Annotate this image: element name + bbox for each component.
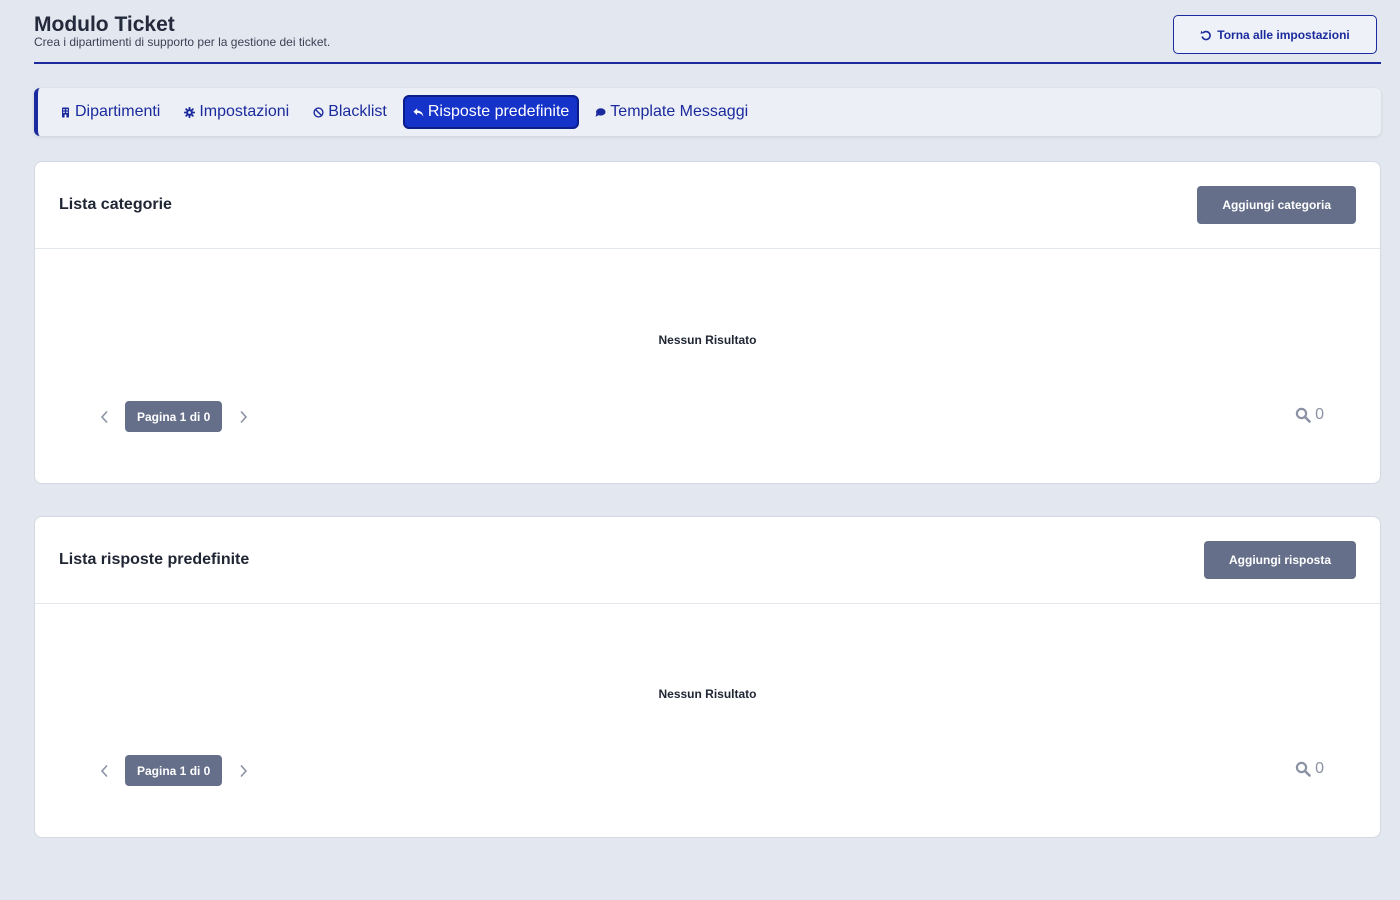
undo-icon	[1200, 30, 1212, 40]
pagination: Pagina 1 di 0	[95, 401, 252, 432]
page-header: Modulo Ticket Crea i dipartimenti di sup…	[34, 0, 1381, 64]
next-page-button[interactable]	[234, 762, 252, 780]
tab-label: Dipartimenti	[75, 103, 161, 120]
card-header: Lista risposte predefinite Aggiungi risp…	[35, 517, 1380, 604]
card-title: Lista risposte predefinite	[59, 551, 250, 568]
page-indicator: Pagina 1 di 0	[125, 755, 223, 786]
back-to-settings-button[interactable]: Torna alle impostazioni	[1173, 15, 1377, 54]
tab-blacklist[interactable]: Blacklist	[305, 95, 395, 129]
result-count: 0	[1295, 760, 1324, 778]
tab-label: Blacklist	[328, 103, 387, 120]
empty-message: Nessun Risultato	[658, 687, 757, 701]
previous-page-button[interactable]	[95, 408, 113, 426]
responses-card: Lista risposte predefinite Aggiungi risp…	[34, 516, 1381, 838]
page-indicator: Pagina 1 di 0	[125, 401, 223, 432]
next-page-button[interactable]	[234, 408, 252, 426]
tab-template-messaggi[interactable]: Template Messaggi	[587, 95, 756, 129]
page-subtitle: Crea i dipartimenti di supporto per la g…	[34, 35, 331, 49]
result-count-value: 0	[1315, 406, 1324, 423]
chevron-right-icon	[240, 410, 247, 423]
result-count-value: 0	[1315, 760, 1324, 777]
search-icon	[1295, 407, 1311, 423]
add-category-button[interactable]: Aggiungi categoria	[1197, 186, 1356, 224]
previous-page-button[interactable]	[95, 762, 113, 780]
tab-impostazioni[interactable]: Impostazioni	[176, 95, 297, 129]
tab-label: Template Messaggi	[610, 103, 749, 120]
chevron-left-icon	[100, 410, 108, 423]
result-count: 0	[1295, 406, 1324, 424]
reply-icon	[413, 107, 424, 117]
tab-label: Impostazioni	[199, 103, 290, 120]
ban-icon	[313, 106, 324, 118]
empty-message: Nessun Risultato	[658, 333, 757, 347]
building-icon	[62, 107, 69, 117]
add-response-button[interactable]: Aggiungi risposta	[1204, 541, 1356, 579]
tab-label: Risposte predefinite	[427, 103, 570, 120]
search-icon	[1295, 761, 1311, 777]
card-header: Lista categorie Aggiungi categoria	[35, 162, 1380, 249]
pagination: Pagina 1 di 0	[95, 755, 252, 786]
chevron-right-icon	[240, 764, 247, 777]
tab-risposte-predefinite[interactable]: Risposte predefinite	[402, 95, 580, 129]
tab-bar: Dipartimenti Impostazioni Blacklist Risp…	[34, 88, 1381, 136]
card-title: Lista categorie	[59, 196, 172, 213]
back-button-label: Torna alle impostazioni	[1217, 27, 1350, 42]
gear-icon	[184, 106, 196, 118]
comment-icon	[595, 107, 606, 117]
chevron-left-icon	[100, 764, 108, 777]
tab-dipartimenti[interactable]: Dipartimenti	[52, 95, 168, 129]
categories-card: Lista categorie Aggiungi categoria Nessu…	[34, 161, 1381, 484]
page-title: Modulo Ticket	[34, 13, 175, 36]
